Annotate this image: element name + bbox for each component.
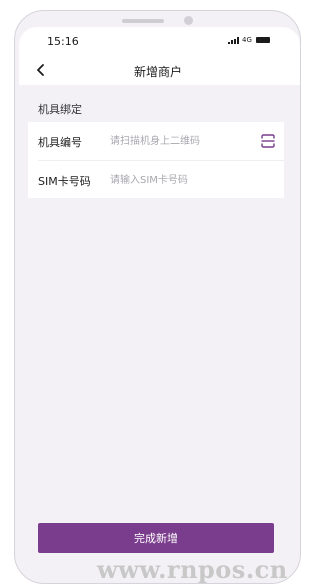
status-time: 15:16 [47, 35, 79, 48]
status-indicators: 4G [228, 36, 270, 44]
sim-number-label: SIM卡号码 [38, 175, 91, 188]
network-type: 4G [242, 36, 252, 44]
phone-frame [14, 10, 301, 584]
page-title: 新增商户 [133, 65, 182, 79]
watermark: www.rnpos.cn [97, 555, 288, 584]
signal-icon [228, 36, 239, 44]
front-camera [184, 16, 193, 25]
battery-icon [255, 37, 270, 43]
screenshot-canvas: 15:16 4G 新增商户 机具绑定 机具编号 SIM卡号码 [0, 0, 309, 587]
chevron-left-icon[interactable] [34, 62, 48, 78]
device-number-input[interactable] [110, 132, 250, 150]
sim-number-row: SIM卡号码 [28, 161, 284, 199]
speaker-grill [122, 19, 164, 23]
sim-number-input[interactable] [110, 171, 250, 189]
device-number-row: 机具编号 [28, 122, 284, 160]
complete-add-button[interactable]: 完成新增 [38, 523, 274, 553]
section-label-device-binding: 机具绑定 [38, 103, 82, 116]
device-number-label: 机具编号 [38, 136, 82, 149]
device-binding-form: 机具编号 SIM卡号码 [28, 122, 284, 198]
scan-icon[interactable] [261, 134, 275, 148]
